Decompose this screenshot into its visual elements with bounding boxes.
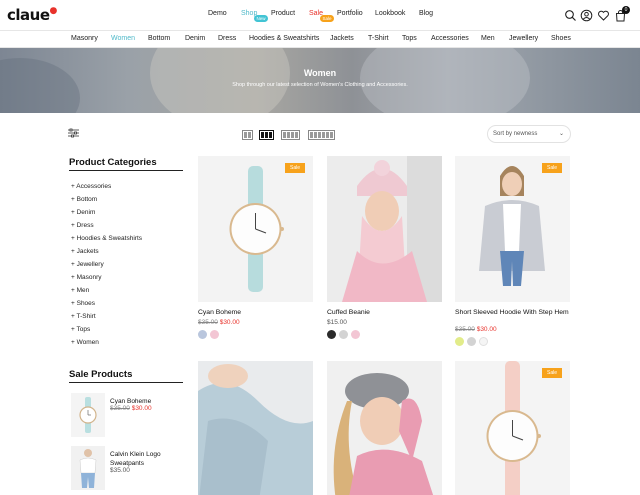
cat-tops[interactable]: Tops <box>402 35 417 42</box>
color-swatch[interactable] <box>339 330 348 339</box>
category-item[interactable]: + Shoes <box>71 300 95 307</box>
view-6-columns[interactable] <box>308 130 335 140</box>
cart-button[interactable]: 0 <box>614 6 630 22</box>
category-bar: Masonry Women Bottom Denim Dress Hoodies… <box>0 30 640 48</box>
sale-badge: Sale <box>541 368 562 378</box>
color-swatch[interactable] <box>198 330 207 339</box>
view-3-columns[interactable] <box>259 130 274 140</box>
nav-demo[interactable]: Demo <box>208 10 227 17</box>
heading-divider <box>69 382 183 383</box>
main-nav: Demo Shop New Product Sale Sale Portfoli… <box>0 10 640 24</box>
nav-product[interactable]: Product <box>271 10 295 17</box>
cart-count: 0 <box>622 6 630 14</box>
color-swatch[interactable] <box>479 337 488 346</box>
product-price: $35.00 <box>110 467 130 474</box>
product-image[interactable] <box>198 361 313 495</box>
sort-select[interactable]: Sort by newness ⌄ <box>487 125 571 143</box>
sale-badge: Sale <box>320 15 335 22</box>
new-badge: New <box>254 15 269 22</box>
category-item[interactable]: + Jackets <box>71 248 99 255</box>
product-name[interactable]: Calvin Klein Logo Sweatpants <box>110 450 190 468</box>
product-name[interactable]: Short Sleeved Hoodie With Step Hem <box>455 309 570 317</box>
cat-shoes[interactable]: Shoes <box>551 35 571 42</box>
sort-label: Sort by newness <box>493 131 538 137</box>
cat-denim[interactable]: Denim <box>185 35 205 42</box>
cat-dress[interactable]: Dress <box>218 35 236 42</box>
view-4-columns[interactable] <box>281 130 300 140</box>
product-thumbnail[interactable] <box>71 446 105 490</box>
product-price: $15.00 <box>327 319 347 326</box>
sale-badge: Sale <box>284 163 305 173</box>
product-price: $35.00 $30.00 <box>455 326 497 333</box>
product-name[interactable]: Cuffed Beanie <box>327 309 442 317</box>
category-item[interactable]: + Accessories <box>71 183 111 190</box>
category-item[interactable]: + T-Shirt <box>71 313 96 320</box>
cat-jackets[interactable]: Jackets <box>330 35 354 42</box>
cat-hoodies[interactable]: Hoodies & Sweatshirts <box>249 35 319 42</box>
color-swatch[interactable] <box>327 330 336 339</box>
user-icon[interactable] <box>580 9 593 22</box>
sale-product-item[interactable]: Calvin Klein Logo Sweatpants $35.00 <box>71 446 191 490</box>
product-image[interactable] <box>455 156 570 302</box>
category-item[interactable]: + Hoodies & Sweatshirts <box>71 235 142 242</box>
chevron-down-icon: ⌄ <box>558 131 564 137</box>
page-title: Women <box>303 68 337 78</box>
color-swatch[interactable] <box>351 330 360 339</box>
category-item[interactable]: + Jewellery <box>71 261 104 268</box>
product-thumbnail[interactable] <box>71 393 105 437</box>
cat-accessories[interactable]: Accessories <box>431 35 469 42</box>
color-swatch[interactable] <box>455 337 464 346</box>
page-subtitle: Shop through our latest selection of Wom… <box>232 82 408 88</box>
nav-blog[interactable]: Blog <box>419 10 433 17</box>
category-item[interactable]: + Women <box>71 339 99 346</box>
product-image[interactable] <box>455 361 570 495</box>
view-2-columns[interactable] <box>242 130 253 140</box>
heading-divider <box>69 170 183 171</box>
nav-lookbook[interactable]: Lookbook <box>375 10 405 17</box>
category-item[interactable]: + Denim <box>71 209 95 216</box>
sale-products-heading: Sale Products <box>69 369 133 380</box>
page-banner: Women Shop through our latest selection … <box>0 48 640 113</box>
header-icons: 0 <box>564 6 634 23</box>
search-icon[interactable] <box>564 9 577 22</box>
product-price: $35.00 $30.00 <box>198 319 240 326</box>
cat-jewellery[interactable]: Jewellery <box>509 35 538 42</box>
cat-tshirt[interactable]: T-Shirt <box>368 35 389 42</box>
banner-image <box>150 48 290 113</box>
color-swatch[interactable] <box>467 337 476 346</box>
categories-heading: Product Categories <box>69 157 157 168</box>
heart-icon[interactable] <box>597 9 610 22</box>
category-item[interactable]: + Masonry <box>71 274 102 281</box>
product-image[interactable] <box>327 361 442 495</box>
cat-women[interactable]: Women <box>111 35 135 42</box>
product-name[interactable]: Cyan Boheme <box>198 309 313 317</box>
category-item[interactable]: + Tops <box>71 326 90 333</box>
category-item[interactable]: + Bottom <box>71 196 97 203</box>
product-price: $35.00 $30.00 <box>110 405 152 412</box>
color-swatch[interactable] <box>210 330 219 339</box>
nav-portfolio[interactable]: Portfolio <box>337 10 363 17</box>
category-item[interactable]: + Dress <box>71 222 94 229</box>
banner-image-part <box>360 48 530 113</box>
product-image[interactable] <box>327 156 442 302</box>
cat-masonry[interactable]: Masonry <box>71 35 98 42</box>
filter-icon[interactable] <box>68 128 79 138</box>
cat-bottom[interactable]: Bottom <box>148 35 170 42</box>
sale-badge: Sale <box>541 163 562 173</box>
sale-product-item[interactable]: Cyan Boheme $35.00 $30.00 <box>71 393 191 437</box>
site-header: claue● Demo Shop New Product Sale Sale P… <box>0 0 640 30</box>
product-image[interactable] <box>198 156 313 302</box>
category-item[interactable]: + Men <box>71 287 89 294</box>
cat-men[interactable]: Men <box>481 35 495 42</box>
